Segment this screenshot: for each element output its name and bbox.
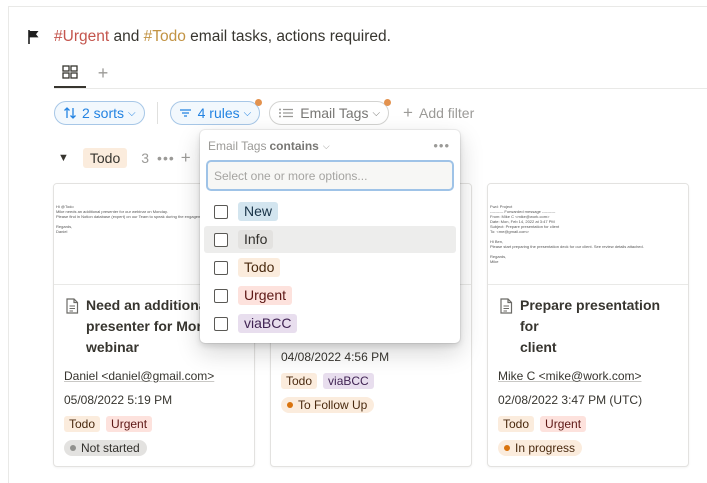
option-tag: Todo (238, 258, 281, 277)
card-tags: Todo viaBCC (281, 373, 461, 389)
options-search-input[interactable] (207, 161, 453, 190)
page-title-row: #Urgent and #Todo email tasks, actions r… (26, 26, 391, 48)
card-body: Prepare presentation for client Mike C <… (488, 285, 688, 456)
filter-bar: 2 sorts ⌵ 4 rules ⌵ Email Tags ⌵ + Add f… (54, 99, 474, 125)
title-rest: email tasks, actions required. (185, 28, 391, 45)
checkbox[interactable] (214, 260, 228, 275)
status-badge: To Follow Up (281, 397, 375, 413)
gallery-card[interactable]: Fwd: Project ---------- Forwarded messag… (487, 183, 689, 467)
option-new[interactable]: New (204, 198, 456, 225)
filter-separator (156, 102, 158, 124)
card-title-line: presenter for Mon (86, 318, 206, 334)
card-preview: Fwd: Project ---------- Forwarded messag… (488, 184, 688, 285)
email-tags-filter-popup: Email Tags contains ⌵ ••• New Info Todo … (200, 130, 460, 343)
option-tag: New (238, 202, 279, 221)
tag-todo: Todo (498, 416, 535, 432)
sorts-label: 2 sorts (82, 105, 125, 121)
flag-icon (28, 30, 39, 44)
title-and: and (109, 28, 144, 45)
tag-todo: Todo (64, 416, 101, 432)
status-dot (504, 445, 510, 451)
option-tag: viaBCC (238, 314, 298, 333)
group-more-button[interactable]: ••• (157, 150, 175, 166)
checkbox[interactable] (214, 316, 228, 331)
rules-button[interactable]: 4 rules ⌵ (169, 99, 263, 125)
status-dot (70, 445, 76, 451)
card-title: Prepare presentation for client (498, 295, 678, 358)
tab-gallery-view[interactable] (54, 58, 86, 88)
card-sender[interactable]: Daniel <daniel@gmail.com> (64, 368, 244, 384)
add-filter-label: Add filter (418, 105, 475, 121)
checkbox[interactable] (214, 288, 228, 303)
rules-label: 4 rules (197, 105, 240, 121)
status-dot (287, 402, 293, 408)
plus-icon: + (403, 103, 413, 122)
option-info[interactable]: Info (204, 226, 456, 253)
status-label: In progress (515, 441, 576, 455)
sorts-button[interactable]: 2 sorts ⌵ (54, 101, 145, 125)
card-title-line: Prepare presentation for (520, 297, 661, 334)
card-date: 02/08/2022 3:47 PM (UTC) (498, 393, 643, 407)
checkbox[interactable] (214, 232, 228, 247)
tag-urgent: Urgent (106, 416, 153, 432)
card-tags: Todo Urgent (498, 416, 678, 432)
gallery-grid-icon (62, 65, 78, 79)
add-filter-button[interactable]: + Add filter (403, 103, 474, 123)
filter-condition[interactable]: Email Tags contains ⌵ (208, 138, 452, 154)
views-divider (54, 88, 707, 89)
card-body: 04/08/2022 4:56 PM Todo viaBCC To Follow… (271, 349, 471, 413)
page-doc-icon (500, 298, 513, 314)
card-tags: Todo Urgent (64, 416, 244, 432)
tag-todo: Todo (281, 373, 318, 389)
page-doc-icon (66, 298, 79, 314)
status-label: To Follow Up (298, 398, 368, 412)
title-urgent-hashtag: #Urgent (54, 28, 110, 45)
title-todo-hashtag: #Todo (143, 28, 186, 45)
tag-urgent: Urgent (540, 416, 587, 432)
status-label: Not started (81, 441, 140, 455)
status-badge: Not started (64, 440, 147, 456)
tag-viabcc: viaBCC (323, 373, 374, 389)
collapse-triangle-icon[interactable]: ▼ (58, 152, 69, 164)
sort-arrows-icon (64, 107, 76, 119)
group-add-button[interactable]: + (181, 148, 191, 168)
checkbox[interactable] (214, 204, 228, 219)
card-date: 05/08/2022 5:19 PM (64, 393, 173, 407)
email-tags-filter-label: Email Tags (300, 105, 369, 121)
chevron-down-icon: ⌵ (322, 140, 330, 151)
filter-operator-label: contains (269, 139, 319, 153)
card-title-line: webinar (86, 339, 139, 355)
popup-more-button[interactable]: ••• (433, 138, 450, 153)
group-name-pill: Todo (82, 148, 128, 168)
chevron-down-icon: ⌵ (243, 107, 252, 119)
option-tag: Info (238, 230, 274, 249)
rules-indicator-dot (255, 99, 263, 106)
option-tag: Urgent (238, 286, 293, 305)
list-icon (279, 108, 294, 118)
email-tags-indicator-dot (384, 99, 392, 106)
option-todo[interactable]: Todo (204, 254, 456, 281)
status-badge: In progress (498, 440, 583, 456)
page-title: #Urgent and #Todo email tasks, actions r… (54, 28, 391, 46)
filter-property-label: Email Tags (208, 139, 267, 153)
card-sender[interactable]: Mike C <mike@work.com> (498, 368, 678, 384)
view-tabs: + (54, 58, 116, 88)
preview-line: Mike (490, 259, 499, 264)
email-tags-filter-button[interactable]: Email Tags ⌵ (269, 99, 392, 125)
card-title-line: client (520, 339, 557, 355)
group-count: 3 (141, 150, 150, 166)
add-view-button[interactable]: + (90, 60, 116, 86)
filter-lines-icon (179, 109, 191, 117)
option-urgent[interactable]: Urgent (204, 282, 456, 309)
group-header-todo: ▼ Todo 3 ••• + (58, 146, 191, 170)
option-viabcc[interactable]: viaBCC (204, 310, 456, 337)
card-title-line: Need an additional (86, 297, 211, 313)
card-date: 04/08/2022 4:56 PM (281, 350, 390, 364)
chevron-down-icon: ⌵ (372, 107, 381, 119)
chevron-down-icon: ⌵ (128, 107, 136, 119)
